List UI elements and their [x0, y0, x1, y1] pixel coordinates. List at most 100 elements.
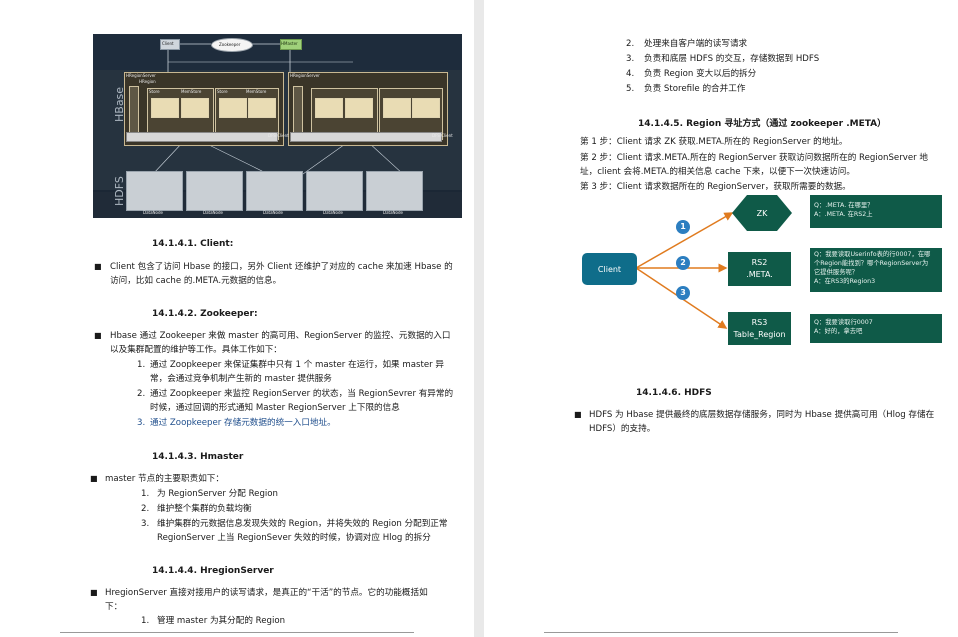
hmaster-item3-line1: 维护集群的元数据信息发现失效的 Region，并将失效的 Region 分配到正…: [157, 519, 448, 529]
store-1b-label: Store: [217, 89, 228, 94]
storefile-cell: [345, 98, 373, 118]
rs-item2: 处理来自客户端的读写请求: [644, 39, 748, 49]
route-rs2-line2: .META.: [746, 270, 773, 279]
page-footer-rule: [60, 632, 414, 637]
region-server-2-label: HRegionServer: [290, 73, 320, 78]
hregionserver-item1: 管理 master 为其分配的 Region: [157, 616, 286, 626]
rs-item3: 负责和底层 HDFS 的交互，存储数据到 HDFS: [644, 54, 820, 64]
section-hdfs-title: 14.1.4.6. HDFS: [636, 388, 712, 398]
route-zk-label-wrap: ZK: [732, 195, 792, 231]
note-rs2: Q：我要读取Userinfo表的行0007，在哪 个Region能找到？哪个Re…: [810, 248, 942, 292]
step2-text-line2: 址，client 会将.META.的相关信息 cache 下来，以便下一次快速访…: [580, 167, 855, 177]
dfs-client-1-label: DFS Client: [268, 133, 289, 138]
step-badge-1: 1: [676, 220, 690, 234]
list-number: 3.: [137, 418, 146, 428]
datanode-1-label: DataNode: [143, 210, 163, 215]
diagram-client-label: Client: [162, 41, 174, 46]
note-rs2-line2: 个Region能找到？哪个RegionServer为: [814, 260, 929, 267]
left-page: Client Zookeeper HMaster HBase HDFS HReg…: [0, 0, 474, 637]
bullet-icon: ■: [94, 262, 102, 271]
route-rs2-line1: RS2: [751, 258, 768, 267]
storefile-cell: [219, 98, 247, 118]
list-number: 1.: [141, 489, 150, 499]
section-region-addressing-title: 14.1.4.5. Region 寻址方式（通过 zookeeper .META…: [638, 119, 887, 129]
hmaster-item1: 为 RegionServer 分配 Region: [157, 489, 278, 499]
datanode-2-label: DataNode: [203, 210, 223, 215]
storefile-cell: [248, 98, 276, 118]
right-page: 2. 处理来自客户端的读写请求 3. 负责和底层 HDFS 的交互，存储数据到 …: [484, 0, 958, 637]
store-1a-label: Store: [149, 89, 160, 94]
list-number: 4.: [626, 69, 635, 79]
zookeeper-item1-line1: 通过 Zoopkeeper 来保证集群中只有 1 个 master 在运行，如果…: [150, 360, 444, 370]
zookeeper-item2-line2: 时候，通过回调的形式通知 Master RegionServer 上下限的信息: [150, 403, 400, 413]
datanode-3-label: DataNode: [263, 210, 283, 215]
datanode-5: [366, 171, 423, 211]
note-rs2-line4: A：在RS3的Region3: [814, 278, 876, 285]
memstore-1b-label: MemStore: [246, 89, 267, 94]
hregion-1-label: HRegion: [139, 79, 156, 84]
datanode-4-label: DataNode: [323, 210, 343, 215]
route-client-node: Client: [582, 253, 637, 285]
list-number: 2.: [141, 504, 150, 514]
note-rs2-line3: 它提供服务呢？: [814, 269, 859, 276]
note-zk-q: Q：.META. 在哪里？: [814, 202, 874, 209]
datanode-4: [306, 171, 363, 211]
storefile-cell: [151, 98, 179, 118]
hdfs-text-line2: HDFS）的支持。: [589, 424, 656, 434]
client-text-line1: Client 包含了访问 Hbase 的接口，另外 Client 还维护了对应的…: [110, 262, 453, 272]
datanode-5-label: DataNode: [383, 210, 403, 215]
route-rs3-node: RS3 Table_Region: [728, 312, 791, 345]
note-rs3-a: A：好的，拿去吧: [814, 328, 863, 335]
storefile-cell: [315, 98, 343, 118]
rs-item4: 负责 Region 变大以后的拆分: [644, 69, 757, 79]
route-rs3-line2: Table_Region: [733, 329, 786, 339]
list-number: 5.: [626, 84, 635, 94]
dfs-client-1: [126, 132, 278, 142]
note-zk-a: A：.META. 在RS2上: [814, 211, 873, 218]
datanode-1: [126, 171, 183, 211]
note-rs3: Q：我要读取行0007 A：好的，拿去吧: [810, 314, 942, 343]
step1-text: 第 1 步：Client 请求 ZK 获取.META.所在的 RegionSer…: [580, 137, 848, 147]
hregionserver-text-line2: 下：: [105, 602, 123, 612]
route-rs2-node: RS2 .META.: [728, 252, 791, 286]
note-rs2-line1: Q：我要读取Userinfo表的行0007，在哪: [814, 251, 931, 258]
zookeeper-text-line1: Hbase 通过 Zookeeper 来做 master 的高可用、Region…: [110, 331, 451, 341]
list-number: 3.: [141, 519, 150, 529]
section-client-title: 14.1.4.1. Client:: [152, 239, 234, 249]
bullet-icon: ■: [90, 588, 98, 597]
hregionserver-text-line1: HregionServer 直接对接用户的读写请求，是真正的“干活”的节点。它的…: [105, 588, 428, 598]
list-number: 2.: [137, 389, 146, 399]
zookeeper-item3: 通过 Zoopkeeper 存储元数据的统一入口地址。: [150, 418, 336, 428]
hmaster-item2: 维护整个集群的负载均衡: [157, 504, 252, 514]
zookeeper-item1-line2: 常，会通过竞争机制产生新的 master 提供服务: [150, 374, 332, 384]
diagram-hmaster-label: HMaster: [281, 41, 298, 46]
hmaster-intro: master 节点的主要职责如下：: [105, 474, 224, 484]
page-footer-rule: [544, 632, 898, 637]
datanode-3: [246, 171, 303, 211]
route-rs3-line1: RS3: [751, 317, 768, 327]
region-server-1-label: HRegionServer: [126, 73, 156, 78]
route-client-label: Client: [597, 264, 622, 274]
storefile-cell: [383, 98, 411, 118]
section-zookeeper-title: 14.1.4.2. Zookeeper:: [152, 309, 258, 319]
hmaster-item3-line2: RegionServer 上当 RegionSever 失效的时候，协调对应 H…: [157, 533, 431, 543]
diagram-zookeeper-label: Zookeeper: [219, 42, 241, 47]
bullet-icon: ■: [90, 474, 98, 483]
list-number: 3.: [626, 54, 635, 64]
client-text-line2: 访问，比如 cache 的.META.元数据的信息。: [110, 276, 282, 286]
list-number: 1.: [141, 616, 150, 626]
dfs-client-2: [290, 132, 442, 142]
note-rs3-q: Q：我要读取行0007: [814, 319, 873, 326]
datanode-2: [186, 171, 243, 211]
bullet-icon: ■: [574, 410, 582, 419]
step2-text-line1: 第 2 步：Client 请求.META.所在的 RegionServer 获取…: [580, 153, 928, 163]
zookeeper-text-line2: 以及集群配置的维护等工作。具体工作如下：: [110, 345, 282, 355]
hbase-architecture-diagram: Client Zookeeper HMaster HBase HDFS HReg…: [93, 34, 462, 218]
step-badge-2: 2: [676, 256, 690, 270]
memstore-1a-label: MemStore: [181, 89, 202, 94]
route-zk-label: ZK: [756, 208, 768, 218]
bullet-icon: ■: [94, 331, 102, 340]
list-number: 2.: [626, 39, 635, 49]
list-number: 1.: [137, 360, 146, 370]
hdfs-text-line1: HDFS 为 Hbase 提供最终的底层数据存储服务，同时为 Hbase 提供高…: [589, 410, 935, 420]
